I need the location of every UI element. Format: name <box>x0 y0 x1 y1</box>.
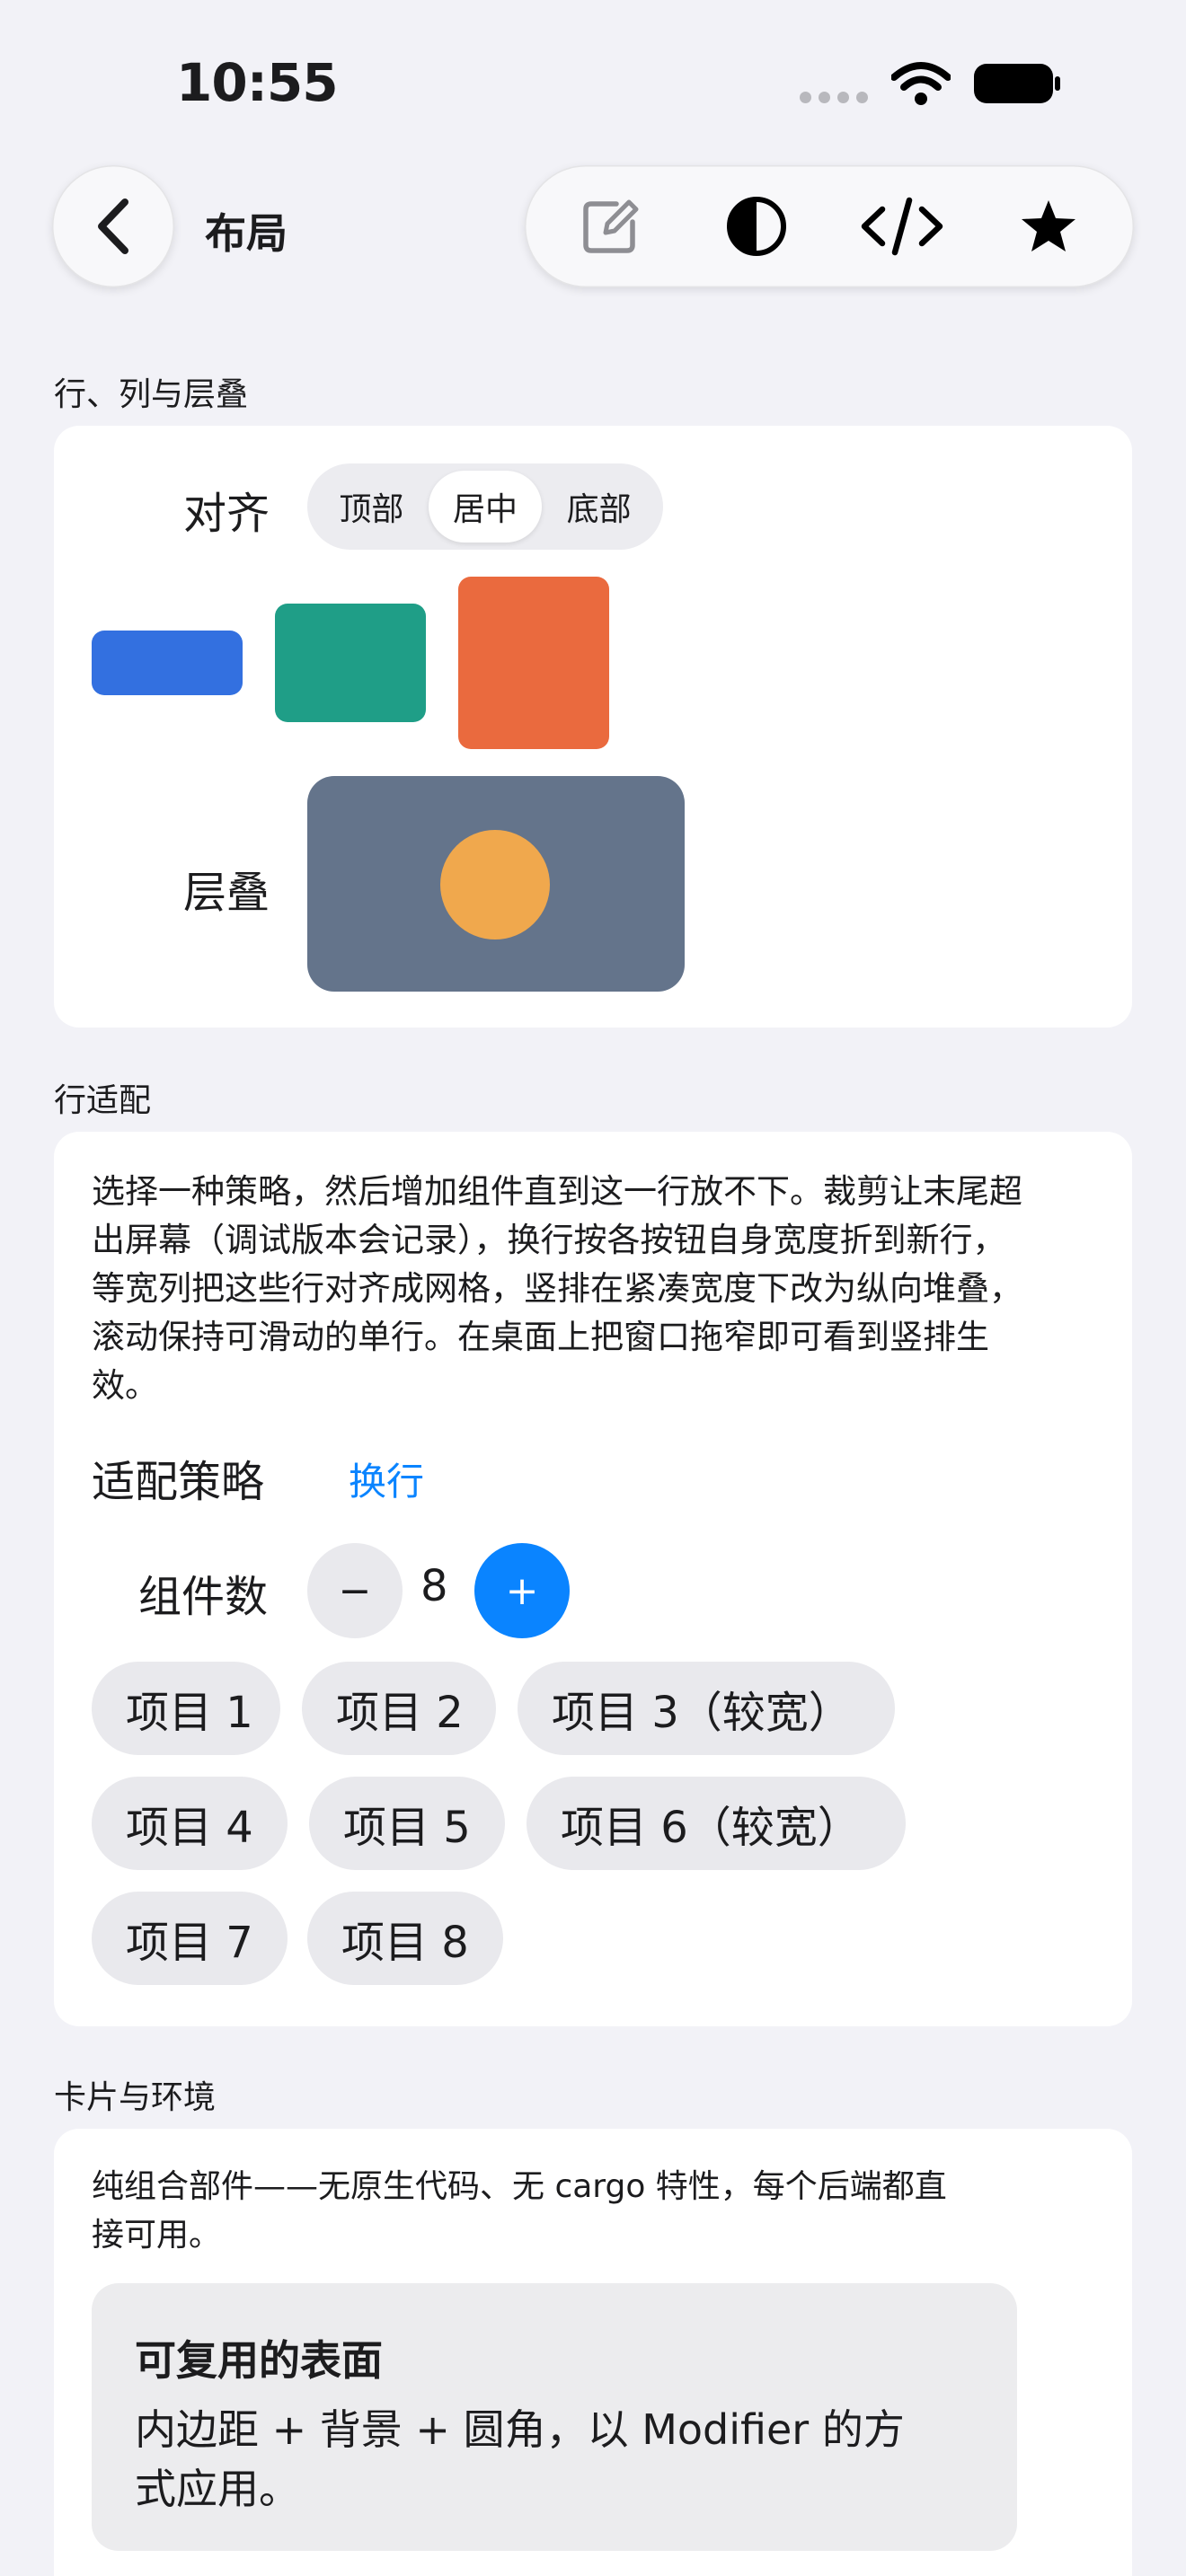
align-option-center[interactable]: 居中 <box>428 471 543 543</box>
item-chip-5[interactable]: 项目 5 <box>309 1777 505 1870</box>
align-label: 对齐 <box>183 489 270 539</box>
star-icon <box>1021 200 1075 251</box>
reusable-surface: 可复用的表面 内边距 + 背景 + 圆角，以 Modifier 的方 式应用。 <box>92 2283 1017 2551</box>
count-value: 8 <box>420 1561 448 1611</box>
wifi-icon <box>891 62 951 105</box>
strategy-label: 适配策略 <box>92 1457 265 1507</box>
teal-block <box>275 604 426 722</box>
card-env-description: 纯组合部件——无原生代码、无 cargo 特性，每个后端都直 接可用。 <box>92 2168 947 2254</box>
align-option-bottom[interactable]: 底部 <box>542 471 656 543</box>
blue-block <box>92 631 243 695</box>
item-chip-6[interactable]: 项目 6（较宽） <box>527 1777 906 1870</box>
section-title-row-col-stack: 行、列与层叠 <box>54 376 249 413</box>
theme-toggle-button[interactable] <box>703 172 810 280</box>
battery-icon <box>974 64 1060 103</box>
surface-title: 可复用的表面 <box>135 2336 383 2385</box>
decrement-button[interactable]: − <box>307 1543 403 1638</box>
align-option-top[interactable]: 顶部 <box>314 471 429 543</box>
row-fit-description: 选择一种策略，然后增加组件直到这一行放不下。裁剪让末尾超 出屏幕（调试版本会记录… <box>92 1172 1022 1405</box>
back-button[interactable] <box>52 165 174 287</box>
item-chip-2[interactable]: 项目 2 <box>302 1662 496 1755</box>
status-icons <box>800 61 1062 106</box>
code-icon <box>862 197 943 256</box>
count-label: 组件数 <box>138 1572 269 1622</box>
item-chip-7[interactable]: 项目 7 <box>92 1892 288 1985</box>
page-title: 布局 <box>205 209 288 258</box>
card-env-card: 纯组合部件——无原生代码、无 cargo 特性，每个后端都直 接可用。 可复用的… <box>54 2129 1132 2576</box>
chevron-left-icon <box>98 198 128 254</box>
edit-button[interactable] <box>556 172 664 280</box>
row-col-stack-card: 对齐 顶部 居中 底部 层叠 <box>54 426 1132 1028</box>
code-button[interactable] <box>848 172 956 280</box>
cellular-signal-icon <box>800 91 868 103</box>
item-chip-8[interactable]: 项目 8 <box>307 1892 503 1985</box>
item-chip-3[interactable]: 项目 3（较宽） <box>518 1662 895 1755</box>
stack-circle <box>440 830 550 940</box>
item-chip-1[interactable]: 项目 1 <box>92 1662 280 1755</box>
layout-screen: 10:55 布局 行、列与层叠 对齐 顶部 居中 底部 层叠 行适配 选择一种策… <box>0 0 1186 2576</box>
favorite-button[interactable] <box>995 172 1102 280</box>
section-title-row-fit: 行适配 <box>54 1082 152 1119</box>
orange-block <box>458 577 609 749</box>
align-segmented-control: 顶部 居中 底部 <box>307 463 663 550</box>
increment-button[interactable]: + <box>474 1543 570 1638</box>
toolbar <box>525 165 1134 287</box>
strategy-picker[interactable]: 换行 <box>349 1451 424 1506</box>
surface-body: 内边距 + 背景 + 圆角，以 Modifier 的方 式应用。 <box>135 2405 905 2513</box>
item-chip-4[interactable]: 项目 4 <box>92 1777 288 1870</box>
edit-icon <box>583 199 639 253</box>
contrast-icon <box>726 197 786 256</box>
section-title-card-env: 卡片与环境 <box>54 2079 217 2116</box>
stack-label: 层叠 <box>183 868 270 918</box>
stack-container <box>307 776 685 992</box>
row-fit-card: 选择一种策略，然后增加组件直到这一行放不下。裁剪让末尾超 出屏幕（调试版本会记录… <box>54 1132 1132 2026</box>
status-time: 10:55 <box>176 52 339 113</box>
